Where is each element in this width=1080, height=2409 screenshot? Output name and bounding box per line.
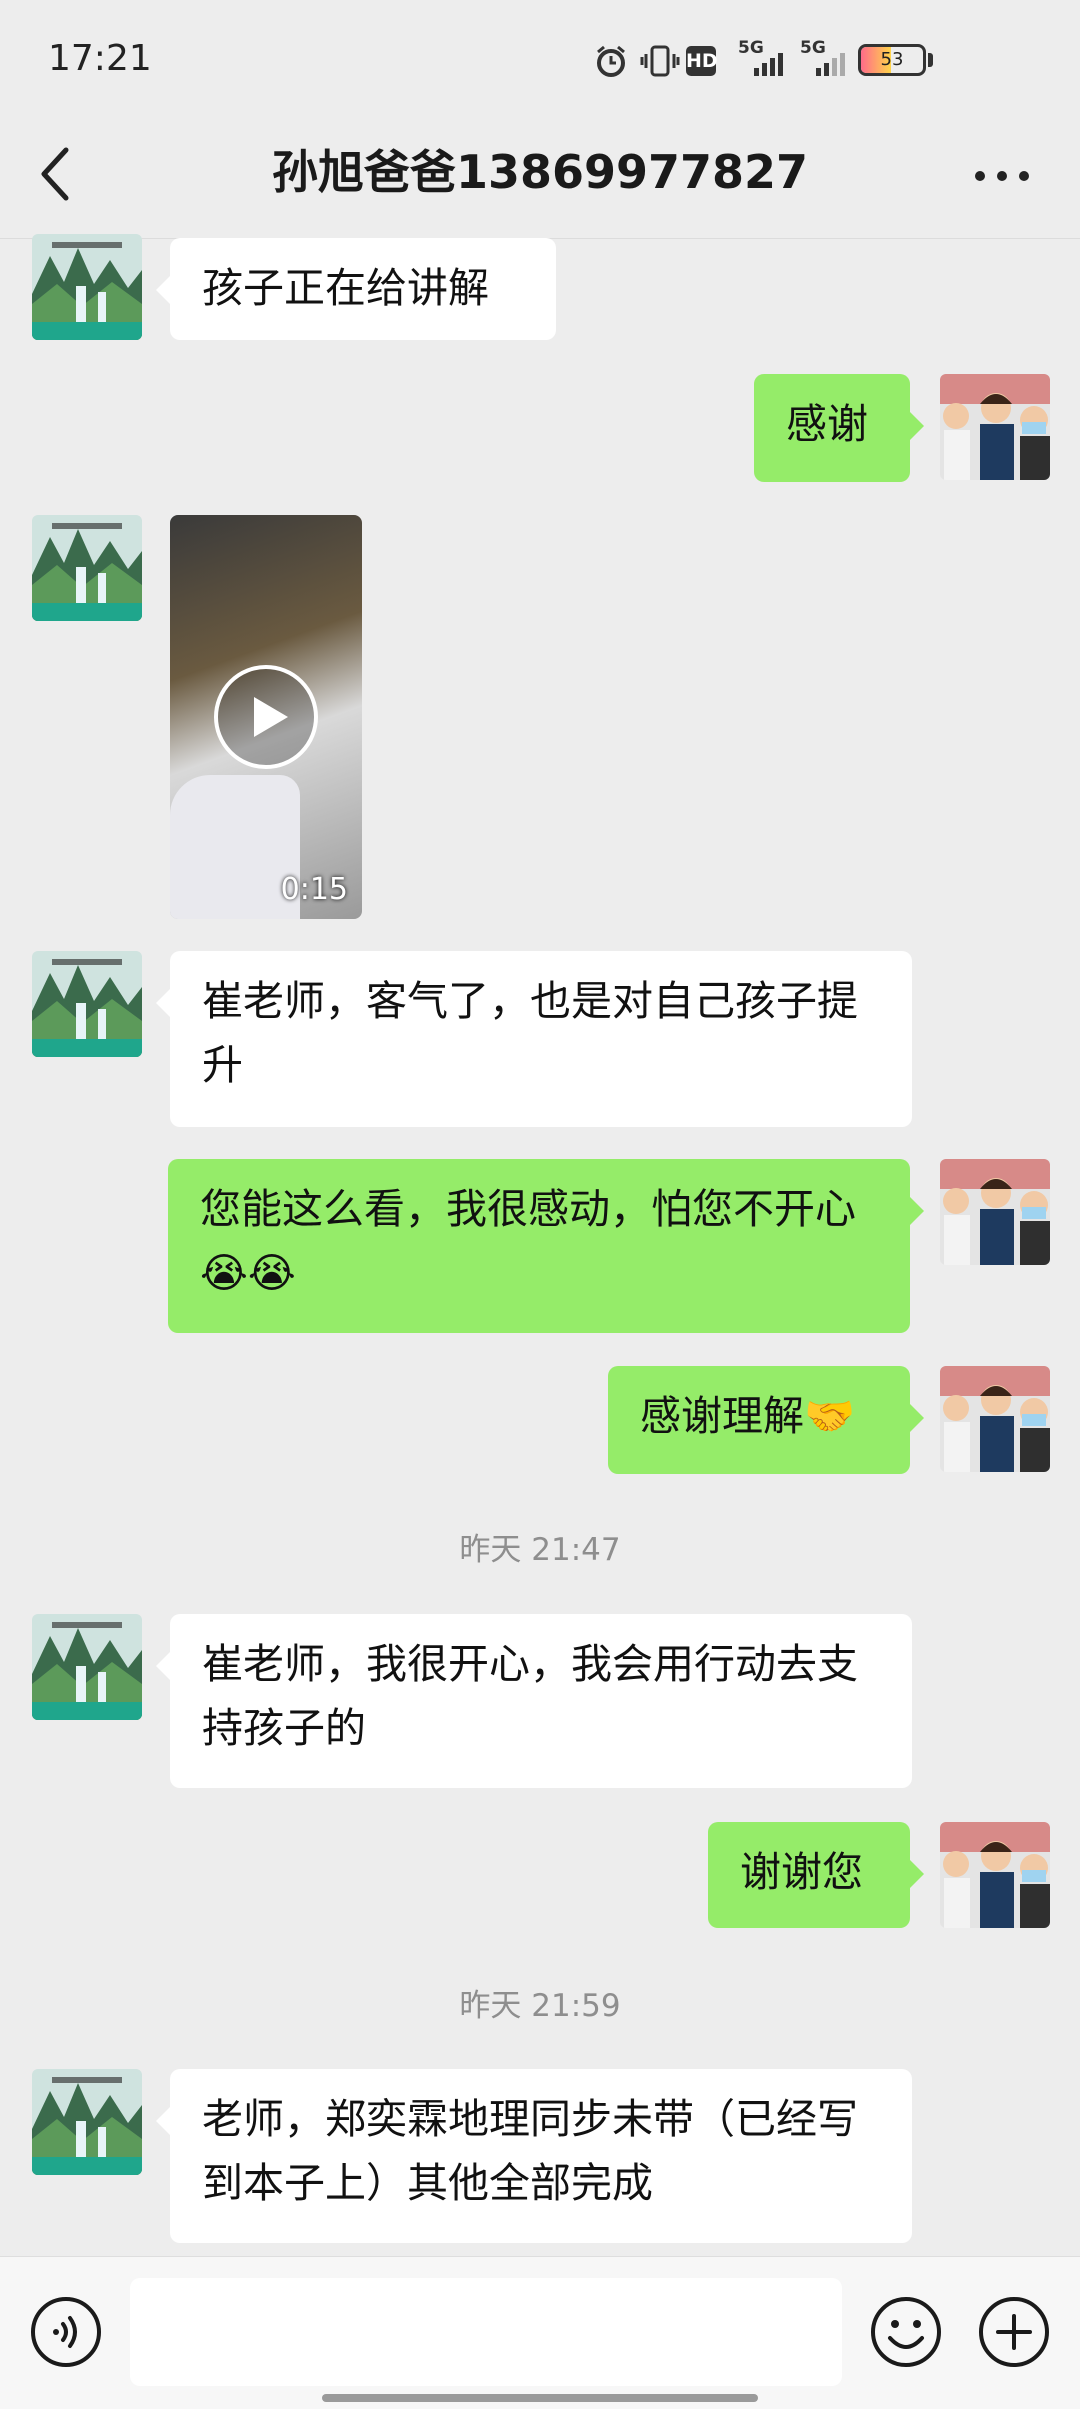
battery-tip [928, 53, 933, 67]
emoji-icon[interactable] [870, 2296, 942, 2368]
message-bubble-outgoing[interactable]: 感谢 [754, 374, 924, 482]
alarm-icon [597, 45, 625, 77]
status-time: 17:21 [48, 38, 152, 79]
contact-avatar[interactable] [32, 951, 142, 1057]
plus-icon[interactable] [978, 2296, 1050, 2368]
chat-title: 孙旭爸爸13869977827 [271, 145, 809, 199]
message-input[interactable] [130, 2278, 842, 2386]
message-bubble-incoming[interactable]: 崔老师，客气了，也是对自己孩子提升 [156, 951, 912, 1127]
contact-avatar[interactable] [32, 1614, 142, 1720]
battery-icon: 53 [858, 44, 926, 76]
my-avatar[interactable] [940, 374, 1050, 480]
message-bubble-incoming[interactable]: 孩子正在给讲解 [156, 238, 556, 340]
message-bubble-incoming[interactable]: 崔老师，我很开心，我会用行动去支持孩子的 [156, 1614, 912, 1788]
video-duration: 0:15 [280, 872, 348, 907]
contact-avatar[interactable] [32, 515, 142, 621]
signal-5g-icon [754, 53, 783, 76]
message-bubble-outgoing[interactable]: 感谢理解🤝 [608, 1366, 924, 1474]
back-chevron-icon[interactable] [34, 144, 78, 204]
message-bubble-outgoing[interactable]: 您能这么看，我很感动，怕您不开心😭😭 [168, 1159, 924, 1333]
my-avatar[interactable] [940, 1366, 1050, 1472]
message-bubble-outgoing[interactable]: 谢谢您 [708, 1822, 924, 1928]
contact-avatar[interactable] [32, 234, 142, 340]
timestamp: 昨天 21:47 [459, 1532, 621, 1568]
my-avatar[interactable] [940, 1159, 1050, 1265]
status-bar: 17:21 HD 5G 5G 53 [0, 0, 1080, 120]
battery-level: 53 [880, 49, 904, 70]
vibrate-icon [640, 45, 680, 77]
play-icon[interactable] [212, 663, 320, 771]
my-avatar[interactable] [940, 1822, 1050, 1928]
timestamp: 昨天 21:59 [459, 1988, 621, 2024]
video-message[interactable]: 0:15 [170, 515, 362, 919]
more-dots-icon[interactable] [972, 168, 1032, 184]
contact-avatar[interactable] [32, 2069, 142, 2175]
signal-5g-icon-2 [816, 53, 845, 76]
message-bubble-incoming[interactable]: 老师，郑奕霖地理同步未带（已经写到本子上）其他全部完成 [156, 2069, 912, 2243]
hd-icon: HD [686, 46, 718, 76]
home-indicator[interactable] [322, 2394, 758, 2402]
voice-icon[interactable] [30, 2296, 102, 2368]
